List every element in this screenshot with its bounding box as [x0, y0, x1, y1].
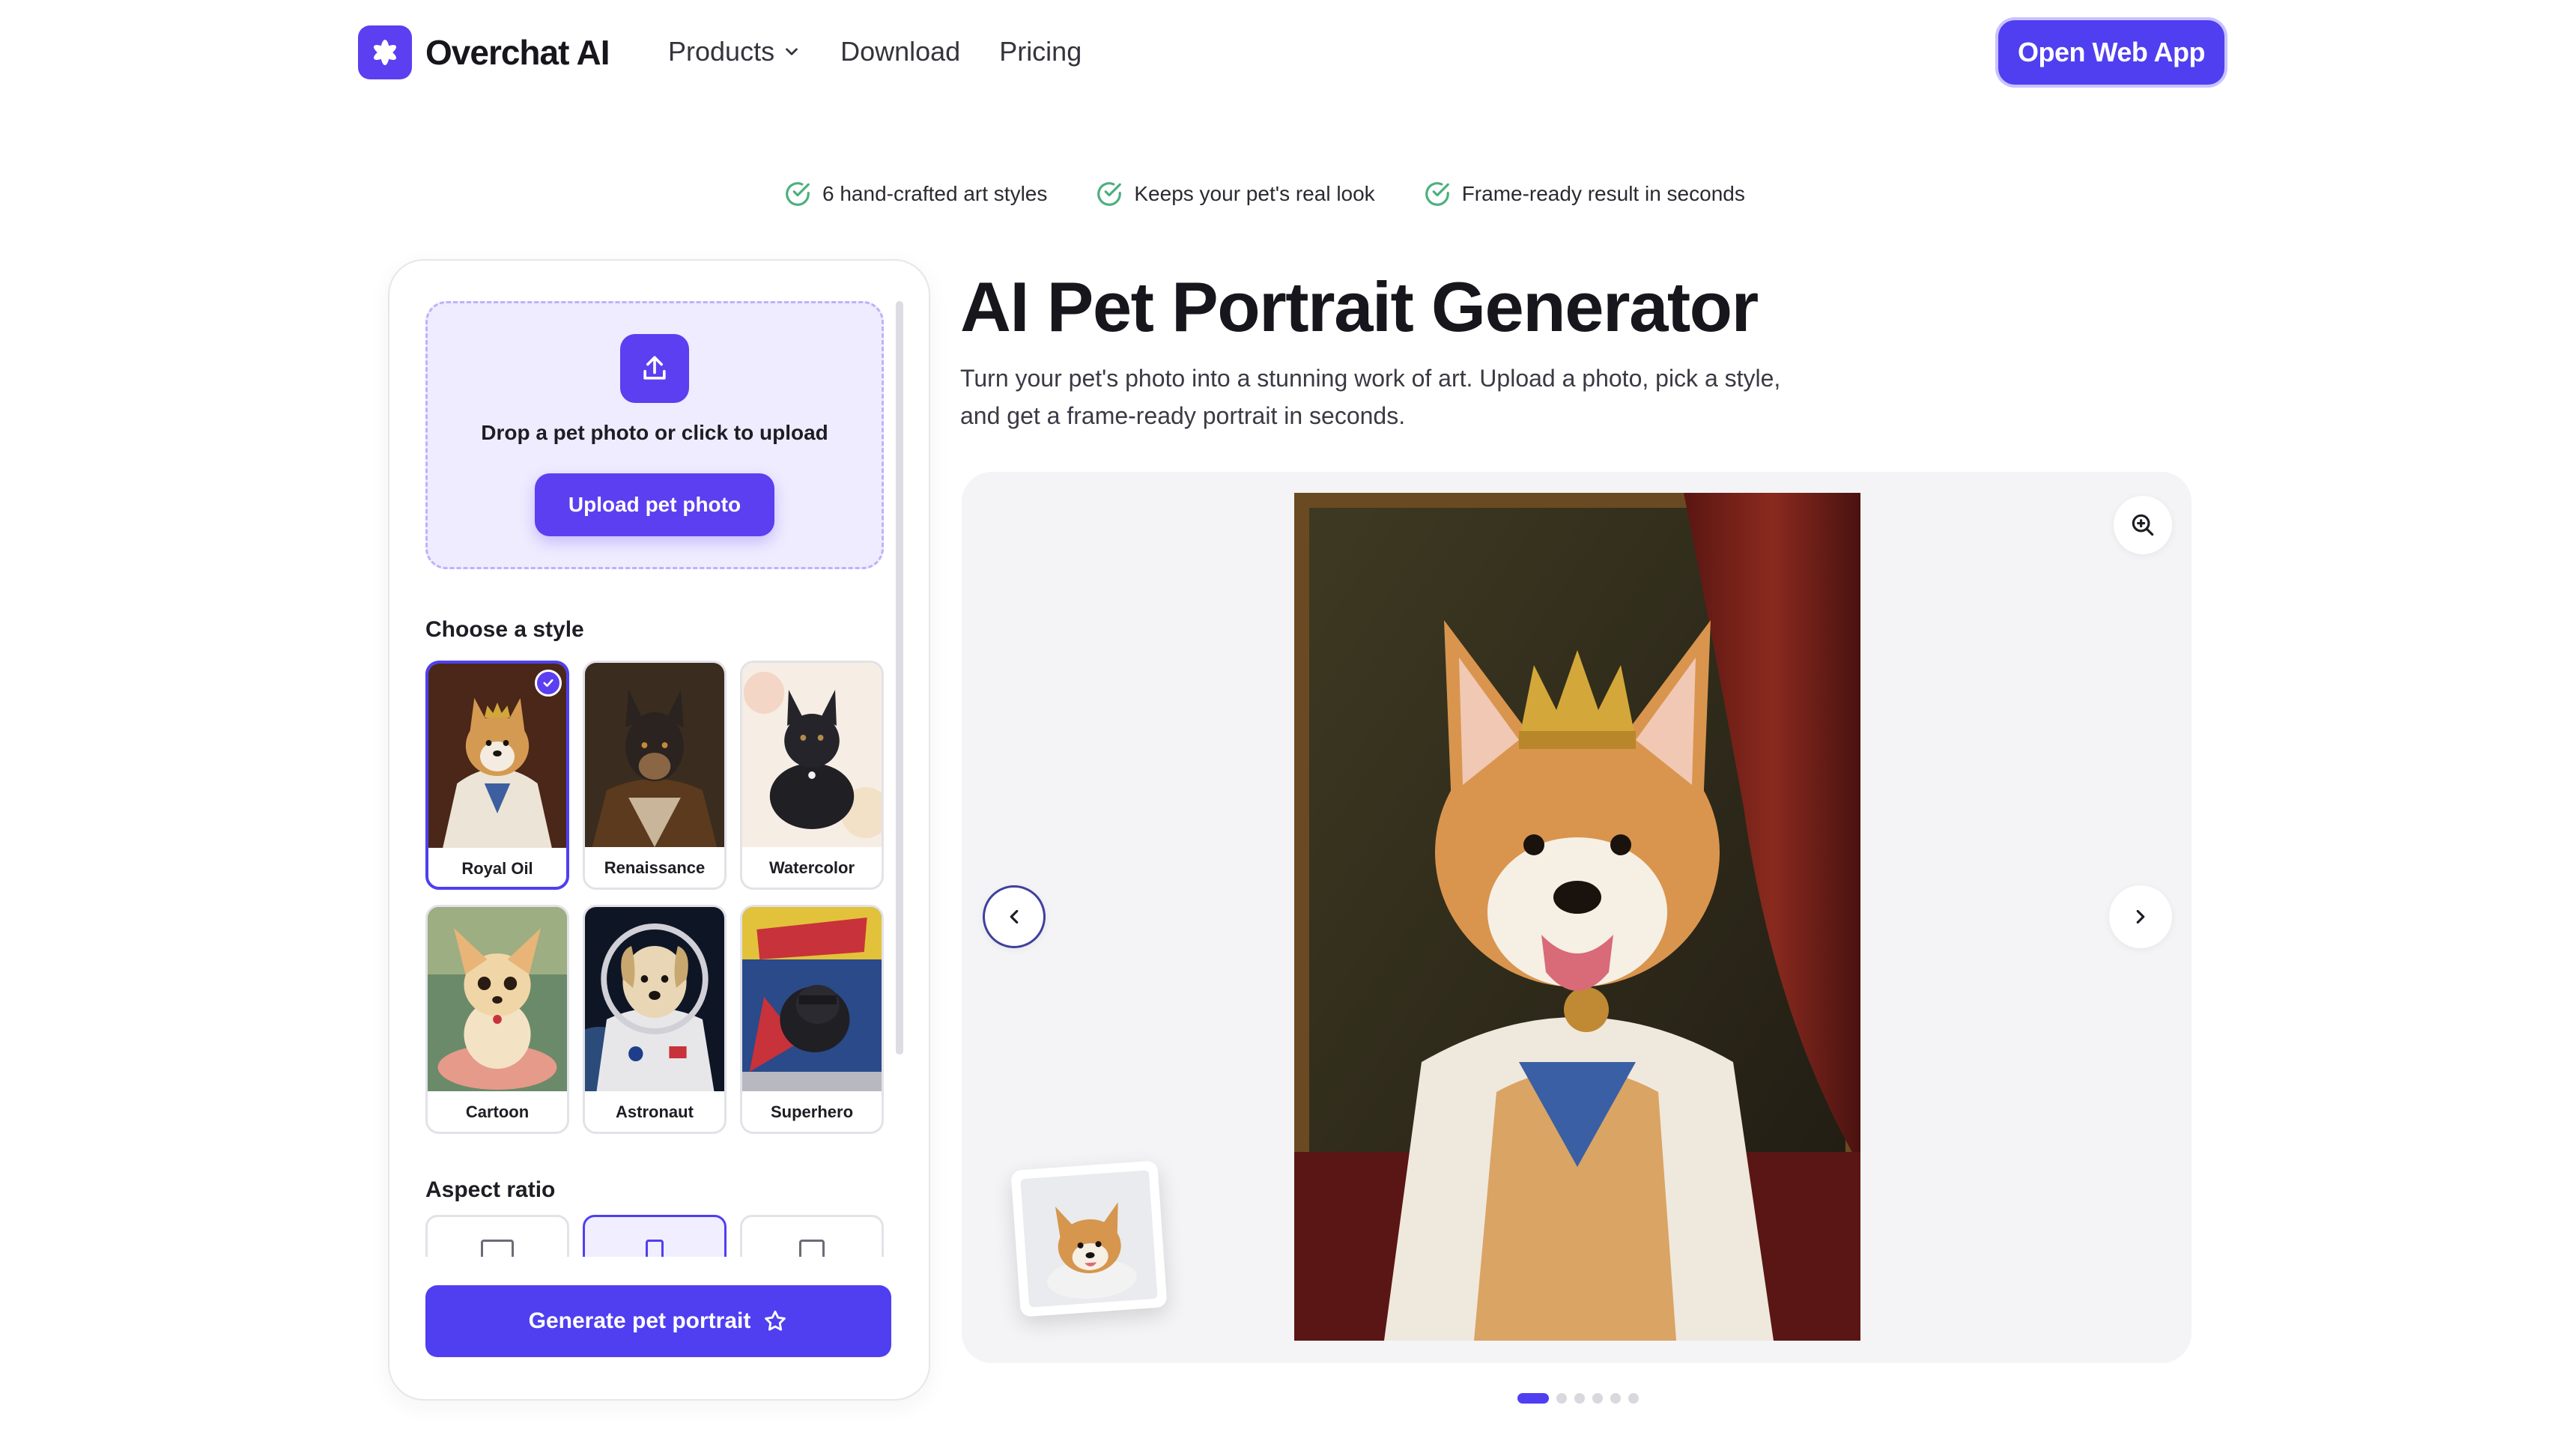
feature-text: Frame-ready result in seconds [1461, 182, 1745, 205]
nav-download[interactable]: Download [840, 36, 960, 67]
style-label: Superhero [770, 1102, 854, 1121]
brand-logo[interactable]: Overchat AI [358, 25, 610, 79]
carousel-dot[interactable] [1556, 1393, 1567, 1404]
zoom-in-icon[interactable] [2114, 496, 2172, 554]
carousel-dot[interactable] [1628, 1393, 1639, 1404]
carousel-dot[interactable] [1592, 1393, 1603, 1404]
page: Overchat AI Products Download Pricing Op… [0, 0, 2557, 1456]
aspect-ratio-landscape[interactable] [425, 1215, 569, 1257]
style-thumbnail [742, 907, 882, 1091]
carousel-dots [1517, 1393, 1639, 1404]
check-circle-icon [786, 182, 810, 206]
carousel-dot[interactable] [1574, 1393, 1585, 1404]
feature-text: Keeps your pet's real look [1134, 182, 1375, 205]
source-photo [1020, 1170, 1158, 1308]
asterisk-flower-icon [358, 25, 412, 79]
aspect-ratio-square[interactable] [740, 1215, 884, 1257]
check-circle-icon [1097, 182, 1122, 206]
dropzone-prompt: Drop a pet photo or click to upload [481, 421, 828, 444]
style-thumbnail [428, 907, 567, 1091]
style-label: Renaissance [604, 858, 706, 877]
feature-item: Frame-ready result in seconds [1423, 180, 1745, 208]
carousel-next-button[interactable] [2109, 885, 2172, 948]
generate-portrait-button[interactable]: Generate pet portrait [425, 1285, 891, 1357]
generate-button-label: Generate pet portrait [528, 1308, 751, 1333]
nav-products-label: Products [668, 36, 775, 67]
page-title: AI Pet Portrait Generator [960, 267, 1759, 346]
carousel-dot[interactable] [1517, 1393, 1549, 1404]
square-ratio-icon [799, 1240, 825, 1257]
style-label: Royal Oil [461, 859, 533, 878]
style-thumbnail [585, 907, 724, 1091]
style-thumbnail [742, 663, 882, 847]
style-card-renaissance[interactable]: Renaissance [583, 661, 727, 890]
style-card-superhero[interactable]: Superhero [740, 905, 884, 1134]
star-icon [765, 1310, 786, 1331]
nav-pricing[interactable]: Pricing [999, 36, 1082, 67]
aspect-ratio-portrait[interactable] [583, 1215, 727, 1257]
nav-links: Products Download Pricing [668, 36, 1082, 67]
portrait-image [1294, 493, 1860, 1341]
landscape-ratio-icon [481, 1240, 514, 1257]
check-circle-icon [1425, 182, 1449, 206]
chevron-right-icon [2136, 909, 2145, 924]
style-card-astronaut[interactable]: Astronaut [583, 905, 727, 1134]
feature-item: 6 hand-crafted art styles [783, 180, 1047, 208]
feature-strip: 6 hand-crafted art styles Keeps your pet… [783, 180, 1745, 208]
upload-icon[interactable] [620, 334, 689, 403]
carousel-prev-button[interactable] [983, 885, 1046, 948]
panel-scrollbar[interactable] [896, 301, 903, 1055]
brand-name: Overchat AI [425, 33, 610, 72]
carousel-dot[interactable] [1610, 1393, 1621, 1404]
open-web-app-button[interactable]: Open Web App [1998, 20, 2224, 85]
nav-products[interactable]: Products [668, 36, 801, 67]
check-icon [535, 670, 562, 697]
style-card-royal-oil[interactable]: Royal Oil [425, 661, 569, 890]
style-thumbnail [585, 663, 724, 847]
source-photo-thumbnail [1010, 1160, 1168, 1317]
chevron-left-icon [1010, 909, 1019, 924]
style-label: Astronaut [616, 1102, 694, 1121]
upload-pet-photo-button[interactable]: Upload pet photo [535, 473, 774, 536]
style-card-watercolor[interactable]: Watercolor [740, 661, 884, 890]
style-card-cartoon[interactable]: Cartoon [425, 905, 569, 1134]
portrait-ratio-icon [646, 1240, 664, 1257]
style-label: Cartoon [465, 1102, 530, 1121]
aspect-ratio-heading: Aspect ratio [425, 1177, 556, 1202]
choose-style-heading: Choose a style [425, 617, 584, 642]
feature-item: Keeps your pet's real look [1095, 180, 1375, 208]
style-label: Watercolor [768, 858, 855, 877]
aspect-ratio-options [425, 1215, 884, 1257]
page-description: Turn your pet's photo into a stunning wo… [960, 365, 1781, 429]
top-navbar: Overchat AI Products Download Pricing Op… [0, 0, 2557, 105]
chevron-down-icon [786, 48, 798, 55]
feature-text: 6 hand-crafted art styles [822, 182, 1048, 205]
